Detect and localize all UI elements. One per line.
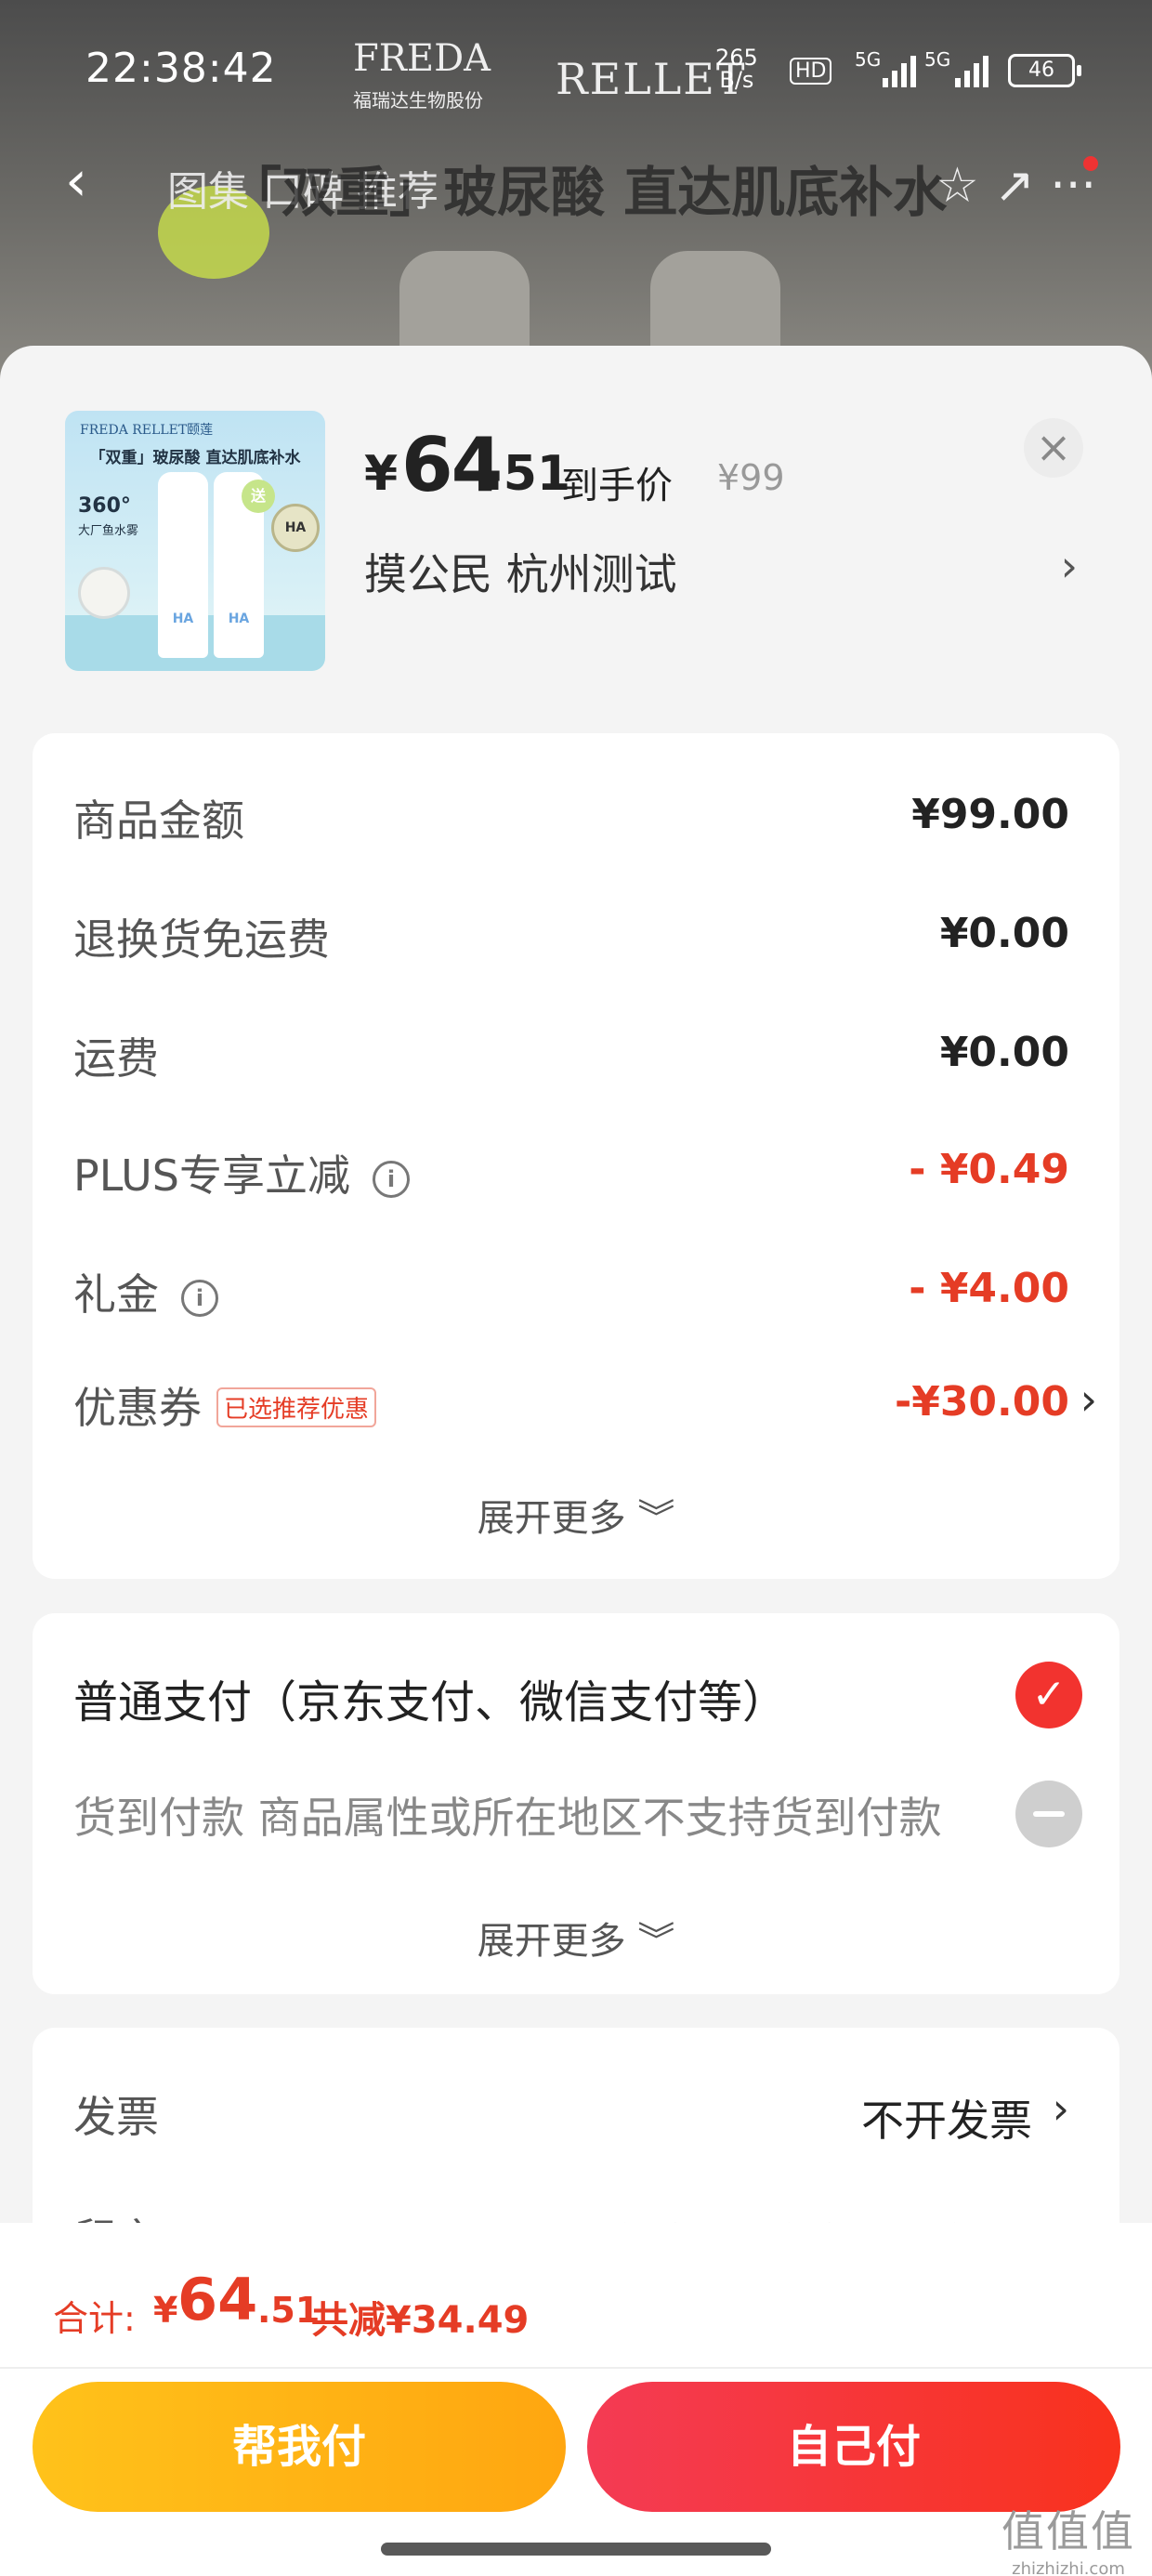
self-pay-button[interactable]: 自己付 (587, 2382, 1120, 2512)
summary-row: 商品金额 ¥99.00 (73, 791, 1069, 846)
summary-row: 退换货免运费 ¥0.00 (73, 910, 1069, 965)
summary-row: 礼金 i - ¥4.00 (73, 1265, 1069, 1320)
info-icon[interactable]: i (372, 1160, 410, 1198)
top-nav: ‹ 图集 口碑 推荐 「双重」玻尿酸 直达肌底补水 ☆ ↗ ··· (0, 149, 1152, 232)
address-row[interactable]: 摸公民 杭州测试 › (364, 541, 1089, 599)
price-summary-card: 商品金额 ¥99.00 退换货免运费 ¥0.00 运费 ¥0.00 PLUS专享… (33, 733, 1119, 1579)
expand-more-button[interactable]: 展开更多 ︾ (33, 1911, 1119, 1965)
ha-badge: HA (271, 504, 320, 552)
thumbnail-cream-jar (78, 567, 130, 619)
disabled-minus-icon (1015, 1781, 1082, 1847)
thumbnail-360-sub: 大厂鱼水雾 (78, 524, 139, 538)
chevron-right-icon: › (1060, 541, 1078, 591)
brand-logo: FREDA (353, 37, 491, 80)
clock: 22:38:42 (85, 45, 277, 92)
product-thumbnail: FREDA RELLET颐莲 「双重」玻尿酸 直达肌底补水 360° 大厂鱼水雾… (65, 411, 325, 671)
battery-icon: 46 (1008, 54, 1081, 87)
payment-option-cod: 货到付款 商品属性或所在地区不支持货到付款 (73, 1793, 942, 1843)
notification-dot (1083, 156, 1098, 171)
order-total: 合计: ¥ 64 .51 共减¥34.49 (53, 2266, 530, 2342)
thumbnail-brand: FREDA RELLET颐莲 (80, 423, 214, 438)
brand-logo-sub: 福瑞达生物股份 (353, 89, 483, 112)
coupon-tag: 已选推荐优惠 (216, 1387, 377, 1427)
help-pay-button[interactable]: 帮我付 (33, 2382, 566, 2512)
total-saving: 共减¥34.49 (311, 2299, 530, 2342)
selected-check-icon[interactable]: ✓ (1015, 1662, 1082, 1728)
network-speed: 265 B/s (715, 45, 758, 93)
original-price: ¥99 (717, 457, 785, 498)
address-text: 摸公民 杭州测试 (364, 549, 677, 599)
divider (0, 2367, 1152, 2369)
watermark-logo: 值值值 zhizhizhi.com (1001, 2506, 1135, 2576)
back-icon[interactable]: ‹ (65, 149, 87, 214)
signal-label: 5G (855, 48, 882, 71)
gift-badge: 送 (242, 480, 275, 513)
invoice-row[interactable]: 发票 不开发票 › (73, 2083, 1069, 2146)
info-icon[interactable]: i (181, 1279, 218, 1317)
close-icon[interactable]: × (1024, 418, 1083, 478)
hd-icon: HD (790, 58, 832, 85)
signal-icon (955, 54, 988, 87)
summary-row: 运费 ¥0.00 (73, 1029, 1069, 1084)
signal-icon (883, 54, 916, 87)
status-bar: 22:38:42 FREDA 福瑞达生物股份 RELLET 265 B/s HD… (0, 37, 1152, 112)
payment-option-normal[interactable]: 普通支付（京东支付、微信支付等） (73, 1665, 1114, 1730)
payment-method-card: 普通支付（京东支付、微信支付等） ✓ 货到付款 商品属性或所在地区不支持货到付款… (33, 1613, 1119, 1994)
thumbnail-bottle: HA (158, 472, 208, 658)
signal-label: 5G (924, 48, 951, 71)
home-indicator[interactable] (381, 2543, 771, 2556)
chevron-right-icon: › (1080, 1374, 1097, 1425)
nav-action-icons[interactable]: ☆ ↗ ··· (936, 158, 1096, 214)
coupon-row[interactable]: 优惠券 已选推荐优惠 -¥30.00 › (73, 1374, 1097, 1433)
background-page: 22:38:42 FREDA 福瑞达生物股份 RELLET 265 B/s HD… (0, 0, 1152, 390)
thumbnail-360: 360° (78, 494, 131, 518)
checkout-footer: 合计: ¥ 64 .51 共减¥34.49 帮我付 自己付 值值值 zhizhi… (0, 2223, 1152, 2576)
chevron-right-icon: › (1052, 2083, 1069, 2134)
summary-row: PLUS专享立减 i - ¥0.49 (73, 1146, 1069, 1201)
thumbnail-title: 「双重」玻尿酸 直达肌底补水 (89, 449, 301, 467)
expand-more-button[interactable]: 展开更多 ︾ (33, 1488, 1119, 1542)
price-label: 到手价 (561, 465, 673, 507)
product-headline: 「双重」玻尿酸 直达肌底补水 (228, 161, 948, 224)
